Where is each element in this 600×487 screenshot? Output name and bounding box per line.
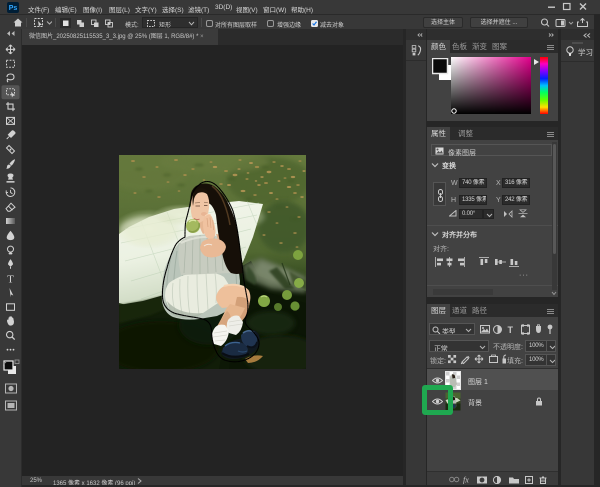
svg-text:fx: fx — [463, 476, 469, 484]
svg-text:Ps: Ps — [9, 5, 18, 12]
svg-text:T: T — [7, 274, 14, 286]
svg-text:T: T — [508, 325, 514, 335]
